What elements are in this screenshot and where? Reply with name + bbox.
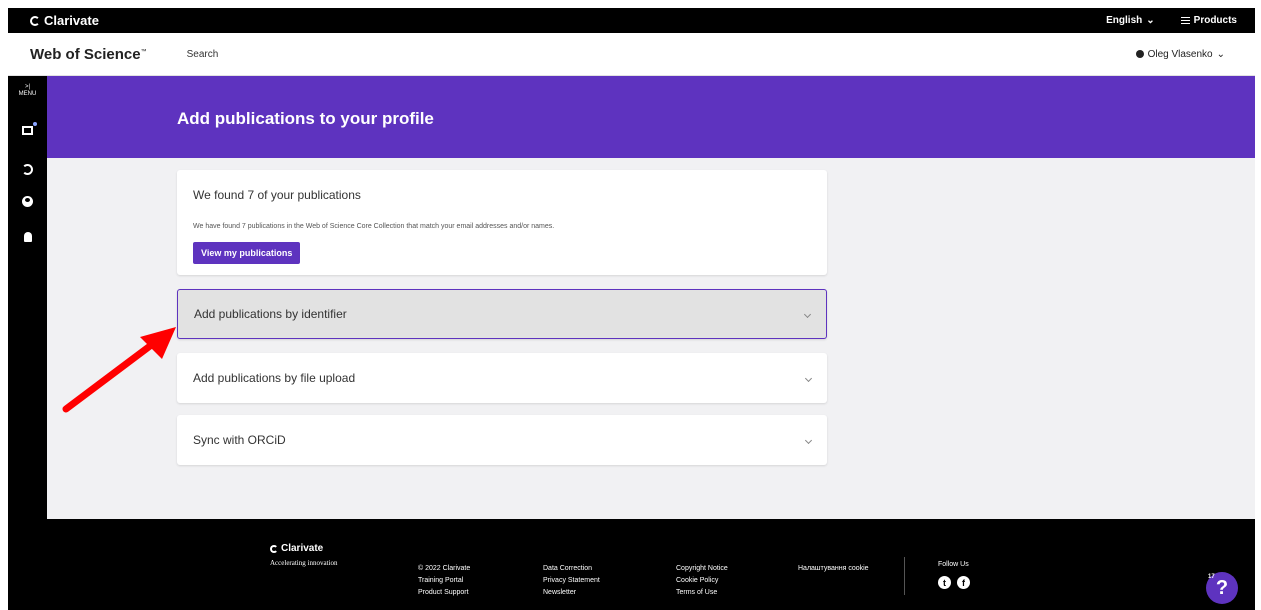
app-header: Web of Science™ Search Oleg Vlasenko ⌄ [8, 33, 1255, 76]
footer-link[interactable]: Training Portal [418, 575, 470, 587]
footer-link[interactable]: Cookie Policy [676, 575, 728, 587]
user-name: Oleg Vlasenko [1147, 48, 1213, 60]
accordion-label: Add publications by identifier [194, 307, 347, 321]
footer-brand: Clarivate [281, 543, 324, 554]
accordion-add-by-identifier[interactable]: Add publications by identifier [177, 289, 827, 339]
rail-item-profile[interactable] [8, 196, 47, 207]
footer-logo[interactable]: Clarivate [270, 543, 323, 554]
rail-item-alerts[interactable] [8, 232, 47, 242]
chevron-down-icon: ⌄ [1216, 48, 1225, 60]
clarivate-logo-icon [30, 15, 40, 26]
main-content: We found 7 of your publications We have … [47, 158, 1255, 519]
chevron-down-icon [804, 374, 813, 382]
page-banner: Add publications to your profile [47, 76, 1255, 158]
page-title: Add publications to your profile [177, 109, 434, 128]
expand-icon: >| [24, 84, 31, 90]
left-rail: >| MENU [8, 76, 47, 519]
footer-link[interactable]: Product Support [418, 587, 470, 599]
footer-copyright: © 2022 Clarivate [418, 565, 471, 572]
footer-link[interactable]: Privacy Statement [543, 575, 600, 587]
top-right-controls: English ⌄ Products [1106, 15, 1237, 26]
found-publications-card: We found 7 of your publications We have … [177, 170, 827, 275]
history-icon [22, 164, 33, 175]
accordion-label: Add publications by file upload [193, 371, 356, 385]
footer-link[interactable]: Terms of Use [676, 587, 728, 599]
social-links: t f [938, 576, 970, 589]
chevron-down-icon [803, 310, 812, 318]
question-icon: ? [1215, 576, 1229, 599]
notification-dot [33, 122, 37, 126]
help-button[interactable]: 17 ? [1206, 572, 1238, 604]
footer-link[interactable]: Newsletter [543, 587, 600, 599]
chevron-down-icon: ⌄ [1146, 15, 1155, 26]
accordion-sync-orcid[interactable]: Sync with ORCiD [177, 415, 827, 465]
footer: Clarivate Accelerating innovation © 2022… [8, 519, 1255, 610]
user-menu[interactable]: Oleg Vlasenko ⌄ [1135, 48, 1225, 60]
found-description: We have found 7 publications in the Web … [193, 223, 555, 230]
footer-column-3: Copyright Notice Cookie Policy Terms of … [676, 563, 728, 599]
chevron-down-icon [804, 436, 813, 444]
bell-icon [23, 232, 32, 242]
top-bar: Clarivate English ⌄ Products [8, 8, 1255, 33]
page: Clarivate English ⌄ Products Web of Scie… [0, 0, 1261, 610]
red-arrow-annotation [62, 327, 176, 413]
footer-column-1: © 2022 Clarivate Training Portal Product… [418, 563, 470, 599]
profile-icon [22, 196, 33, 207]
footer-divider [904, 557, 905, 595]
clarivate-logo[interactable]: Clarivate [30, 13, 99, 28]
footer-link[interactable]: Copyright Notice [676, 563, 728, 575]
language-selector[interactable]: English ⌄ [1106, 15, 1155, 26]
facebook-icon[interactable]: f [957, 576, 970, 589]
clarivate-logo-icon [270, 544, 278, 553]
rail-menu-label: MENU [18, 91, 37, 97]
help-badge: 17 [1208, 574, 1215, 580]
trademark: ™ [140, 48, 147, 55]
folder-icon [22, 122, 37, 135]
clarivate-brand-label: Clarivate [44, 13, 99, 28]
web-of-science-logo[interactable]: Web of Science™ [30, 46, 147, 63]
rail-item-marked-list[interactable] [8, 122, 47, 135]
follow-us-label: Follow Us [938, 561, 969, 568]
footer-link[interactable]: Data Correction [543, 563, 600, 575]
accordion-label: Sync with ORCiD [193, 433, 286, 447]
footer-column-2: Data Correction Privacy Statement Newsle… [543, 563, 600, 599]
language-label: English [1106, 15, 1143, 26]
view-my-publications-button[interactable]: View my publications [193, 242, 301, 264]
found-title: We found 7 of your publications [193, 188, 361, 202]
products-menu[interactable]: Products [1180, 15, 1237, 26]
footer-link[interactable]: Налаштування cookie [798, 563, 869, 575]
user-icon [1135, 50, 1144, 58]
twitter-icon[interactable]: t [938, 576, 951, 589]
app-name: Web of Science [30, 45, 141, 63]
products-label: Products [1193, 15, 1237, 26]
accordion-add-by-file-upload[interactable]: Add publications by file upload [177, 353, 827, 403]
rail-menu-toggle[interactable]: >| MENU [8, 84, 47, 98]
rail-item-history[interactable] [8, 164, 47, 175]
footer-tagline: Accelerating innovation [270, 559, 338, 567]
search-link[interactable]: Search [187, 49, 219, 60]
menu-icon [1180, 17, 1190, 24]
footer-column-4: Налаштування cookie [798, 563, 869, 575]
